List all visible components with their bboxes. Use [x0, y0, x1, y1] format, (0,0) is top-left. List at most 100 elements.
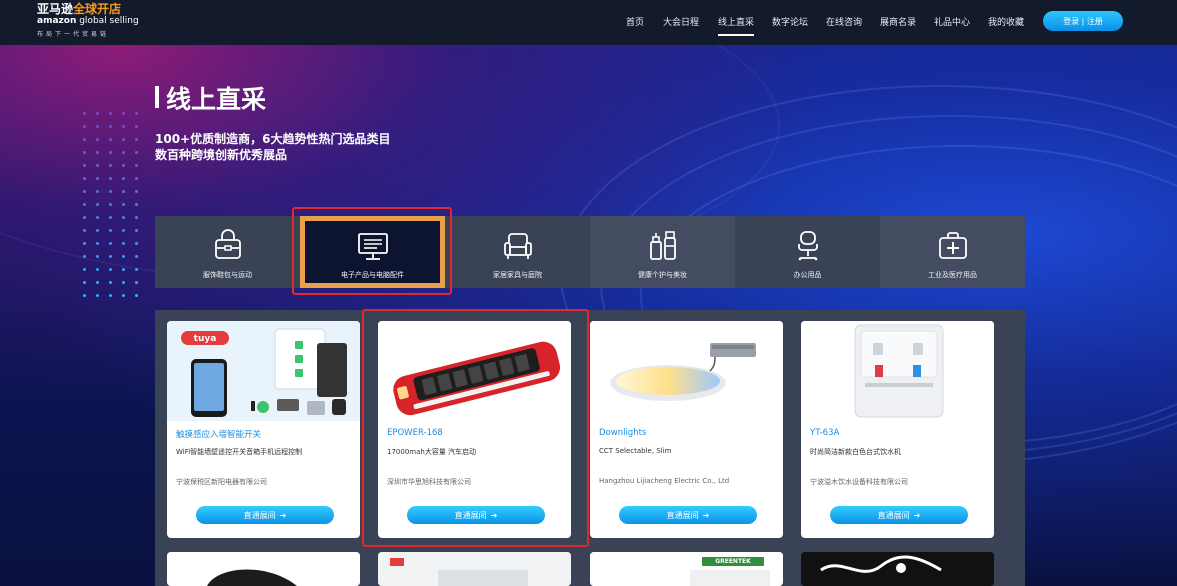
- product-card[interactable]: [167, 552, 360, 586]
- decorative-dot: [109, 177, 112, 180]
- decorative-dot: [109, 164, 112, 167]
- decorative-dot: [135, 229, 138, 232]
- armchair-icon: [503, 233, 532, 259]
- decorative-dot: [96, 255, 99, 258]
- decorative-dot: [109, 281, 112, 284]
- decorative-dot: [83, 268, 86, 271]
- decorative-dot: [122, 255, 125, 258]
- logo-text-cn: 亚马逊: [37, 2, 74, 16]
- category-label: 办公用品: [793, 271, 822, 279]
- enter-showroom-button[interactable]: 直通展间 ➔: [196, 506, 334, 524]
- product-description: CCT Selectable, Slim: [599, 447, 672, 455]
- category-tabs: 服饰鞋包与运动 电子产品与电脑配件 家居家具与庭院 健康个护与美妆 办公用品 工…: [155, 216, 1025, 288]
- greentek-logo-text: GREENTEK: [715, 558, 751, 565]
- nav-gift-center[interactable]: 礼品中心: [934, 15, 970, 28]
- logo-text-accent: 全球开店: [73, 2, 122, 16]
- product-name[interactable]: 触摸感应入墙智能开关: [176, 428, 261, 440]
- top-navbar: 亚马逊全球开店 amazon global selling 布局下一代贸易链 首…: [0, 0, 1177, 45]
- nav-home[interactable]: 首页: [626, 15, 644, 28]
- decorative-dot: [122, 190, 125, 193]
- enter-showroom-button[interactable]: 直通展间 ➔: [619, 506, 757, 524]
- decorative-dot: [135, 255, 138, 258]
- button-label: 直通展间: [877, 510, 910, 520]
- arrow-right-icon: ➔: [702, 510, 710, 520]
- decorative-dot: [96, 125, 99, 128]
- decorative-dot: [122, 203, 125, 206]
- product-name[interactable]: Downlights: [599, 428, 646, 438]
- decorative-dot: [109, 268, 112, 271]
- nav-online-consult[interactable]: 在线咨询: [826, 15, 862, 28]
- category-label: 服饰鞋包与运动: [203, 271, 252, 279]
- decorative-dot: [135, 294, 138, 297]
- decorative-dot: [122, 151, 125, 154]
- arrow-right-icon: ➔: [279, 510, 287, 520]
- decorative-dot: [135, 190, 138, 193]
- category-office-supplies[interactable]: 办公用品: [735, 216, 880, 288]
- decorative-dot: [135, 138, 138, 141]
- decorative-dot: [135, 164, 138, 167]
- product-name[interactable]: YT-63A: [810, 428, 839, 438]
- amazon-global-selling-logo[interactable]: 亚马逊全球开店 amazon global selling 布局下一代贸易链: [37, 2, 139, 42]
- nav-my-favorites[interactable]: 我的收藏: [988, 15, 1024, 28]
- enter-showroom-button[interactable]: 直通展间 ➔: [830, 506, 968, 524]
- decorative-dot: [83, 229, 86, 232]
- product-description: WiFi智能墙壁遥控开关音箱手机远程控制: [176, 448, 303, 456]
- decorative-dot-grid: [83, 112, 148, 312]
- decorative-dot: [109, 294, 112, 297]
- decorative-dot: [135, 242, 138, 245]
- login-register-button[interactable]: 登录 | 注册: [1043, 11, 1123, 31]
- arrow-right-icon: ➔: [913, 510, 921, 520]
- category-label: 健康个护与美妆: [638, 271, 687, 279]
- decorative-dot: [83, 216, 86, 219]
- decorative-dot: [109, 242, 112, 245]
- decorative-dot: [96, 294, 99, 297]
- product-card[interactable]: YT-63A 时尚简洁新款白色台式饮水机 宁波溢木饮水设备科技有限公司 直通展间…: [801, 321, 994, 538]
- decorative-dot: [96, 203, 99, 206]
- logo-amazon: amazon: [37, 16, 77, 26]
- decorative-dot: [83, 177, 86, 180]
- product-card[interactable]: GREENTEK: [590, 552, 783, 586]
- decorative-dot: [96, 112, 99, 115]
- nav-exhibitor-directory[interactable]: 展商名录: [880, 15, 916, 28]
- decorative-dot: [96, 229, 99, 232]
- bag-icon: [214, 229, 241, 259]
- product-description: 时尚简洁新款白色台式饮水机: [810, 448, 901, 456]
- product-card[interactable]: Downlights CCT Selectable, Slim Hangzhou…: [590, 321, 783, 538]
- medical-kit-icon: [938, 232, 967, 259]
- category-home-furniture[interactable]: 家居家具与庭院: [445, 216, 590, 288]
- subtitle-line-1: 100+优质制造商，6大趋势性热门选品类目: [155, 132, 391, 146]
- decorative-dot: [83, 138, 86, 141]
- decorative-dot: [122, 125, 125, 128]
- decorative-dot: [135, 151, 138, 154]
- category-apparel[interactable]: 服饰鞋包与运动: [155, 216, 300, 288]
- company-name: Hangzhou Lijiacheng Electric Co., Ltd: [599, 477, 730, 485]
- nav-agenda[interactable]: 大会日程: [663, 15, 699, 28]
- category-health-beauty[interactable]: 健康个护与美妆: [590, 216, 735, 288]
- decorative-dot: [83, 281, 86, 284]
- decorative-dot: [122, 242, 125, 245]
- decorative-dot: [83, 190, 86, 193]
- category-industrial-medical[interactable]: 工业及医疗用品: [880, 216, 1025, 288]
- decorative-dot: [122, 138, 125, 141]
- decorative-dot: [83, 164, 86, 167]
- decorative-dot: [135, 281, 138, 284]
- decorative-dot: [109, 229, 112, 232]
- decorative-dot: [109, 190, 112, 193]
- highlight-box: [362, 309, 589, 547]
- company-name: 宁波保税区新阳电器有限公司: [176, 478, 267, 486]
- logo-global-selling: global selling: [76, 16, 139, 26]
- decorative-dot: [135, 177, 138, 180]
- category-label: 工业及医疗用品: [928, 271, 977, 279]
- decorative-dot: [96, 164, 99, 167]
- svg-text:tuya: tuya: [194, 334, 217, 344]
- product-card[interactable]: [378, 552, 571, 586]
- decorative-dot: [83, 203, 86, 206]
- nav-digital-forum[interactable]: 数字论坛: [772, 15, 808, 28]
- nav-online-sourcing[interactable]: 线上直采: [718, 15, 755, 36]
- product-card[interactable]: tuya 触摸感应入墙智能开关 WiFi智能墙壁遥控开关音箱手机远程控制 宁波保…: [167, 321, 360, 538]
- company-name: 宁波溢木饮水设备科技有限公司: [810, 478, 908, 486]
- page-subtitle: 100+优质制造商，6大趋势性热门选品类目 数百种跨境创新优秀展品: [155, 131, 390, 163]
- product-card[interactable]: [801, 552, 994, 586]
- decorative-dot: [109, 216, 112, 219]
- decorative-dot: [83, 125, 86, 128]
